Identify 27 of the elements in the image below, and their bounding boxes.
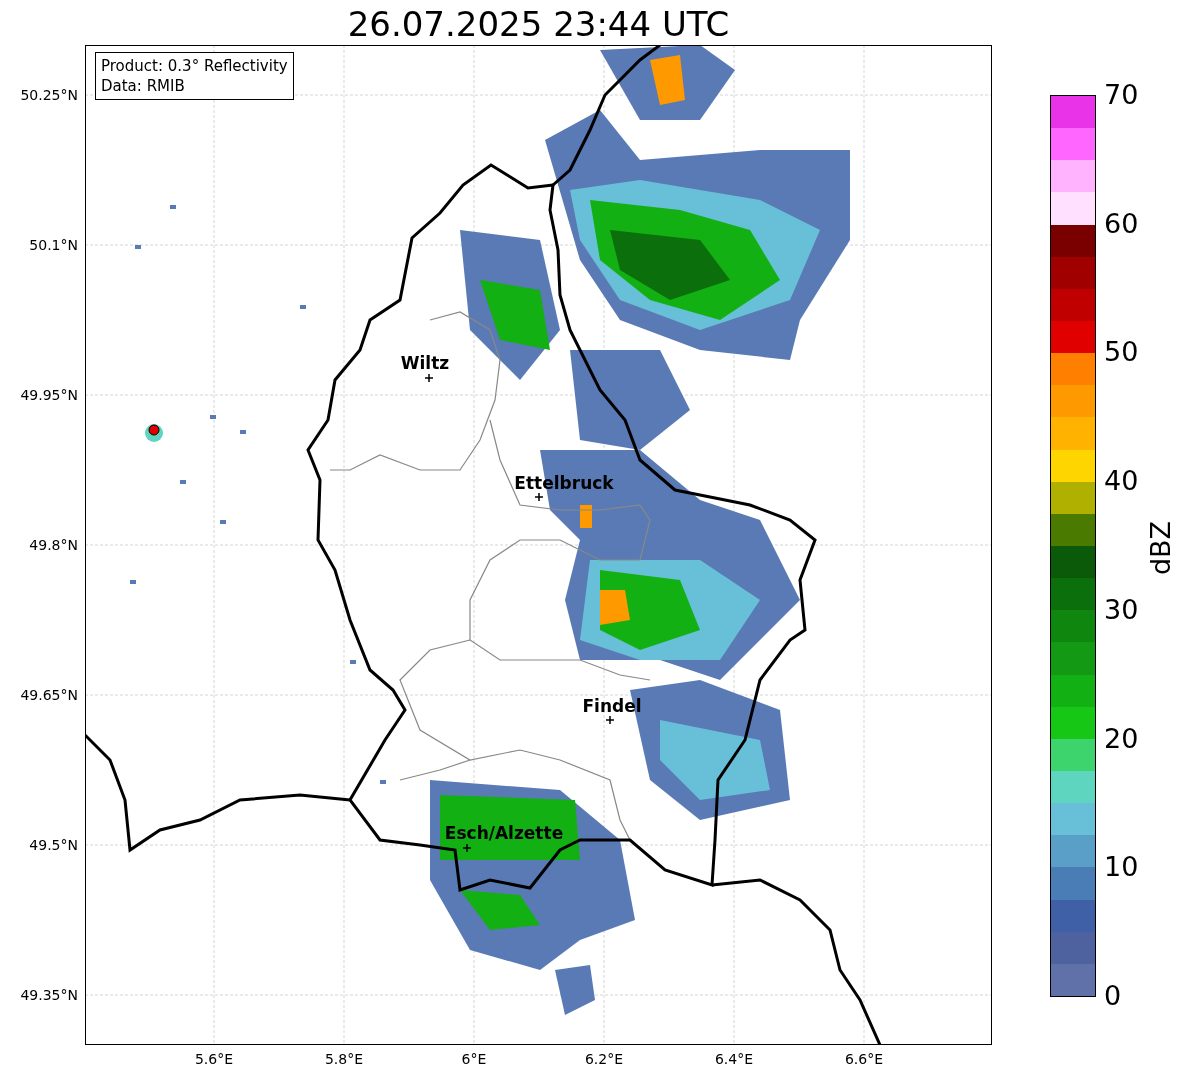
longitude-label: 6°E [461, 1051, 487, 1067]
colorbar-tick-label: 0 [1104, 981, 1122, 1011]
colorbar-tick-label: 60 [1104, 208, 1139, 239]
info-text: Data: RMIB [101, 76, 186, 96]
latitude-label: 49.5°N [29, 837, 78, 853]
colorbar-tick-label: 70 [1104, 80, 1139, 110]
longitude-label: 6.4°E [714, 1051, 754, 1067]
colorbar-tick-label: 20 [1104, 723, 1139, 754]
latitude-label: 50.1°N [29, 237, 78, 253]
colorbar-tick-label: 30 [1104, 594, 1139, 625]
colorbar-label: dBZ [1144, 520, 1176, 576]
longitude-label: 6.6°E [844, 1051, 884, 1067]
longitude-label: 6.2°E [584, 1051, 624, 1067]
colorbar-tick-label: 50 [1104, 337, 1139, 368]
colorbar-tick-label: 10 [1104, 852, 1139, 883]
latitude-label: 49.95°N [20, 387, 78, 403]
latitude-label: 50.25°N [20, 87, 78, 103]
city-label: Esch/Alzette [444, 823, 564, 843]
info-text: Product: 0.3° Reflectivity [101, 56, 288, 76]
longitude-label: 5.8°E [324, 1051, 364, 1067]
longitude-label: 5.6°E [194, 1051, 234, 1067]
chart-title: 26.07.2025 23:44 UTC [346, 4, 731, 44]
latitude-label: 49.8°N [29, 537, 78, 553]
city-label: Wiltz [400, 353, 450, 373]
colorbar-tick-label: 40 [1104, 466, 1139, 497]
latitude-label: 49.35°N [20, 987, 78, 1003]
latitude-label: 49.65°N [20, 687, 78, 703]
